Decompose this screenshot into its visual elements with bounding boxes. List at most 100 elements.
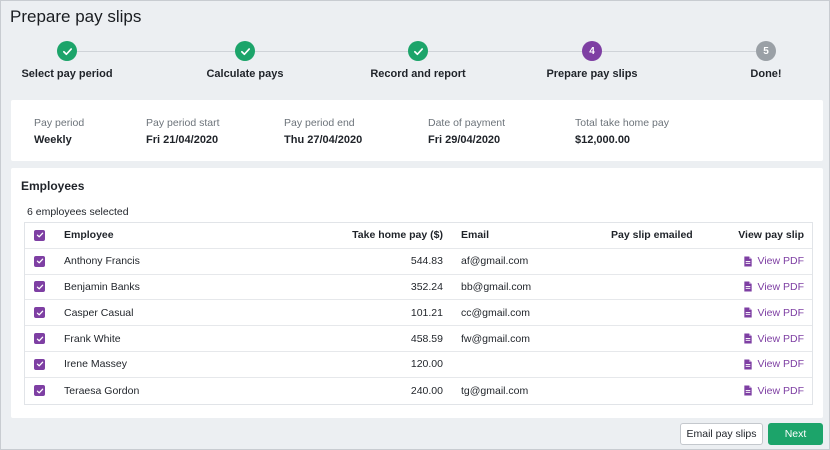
employee-email: bb@gmail.com <box>461 280 532 293</box>
next-button[interactable]: Next <box>768 423 823 445</box>
view-pdf-label: View PDF <box>757 306 805 319</box>
step-label: Prepare pay slips <box>546 68 638 80</box>
take-home-pay: 240.00 <box>410 384 443 397</box>
check-icon <box>34 229 45 241</box>
view-pdf-label: View PDF <box>757 358 805 371</box>
select-all-checkbox[interactable] <box>34 223 45 248</box>
summary-label: Total take home pay <box>575 117 669 129</box>
step-number-badge: 4 <box>582 41 602 61</box>
progress-stepper: Select pay period Calculate pays Record … <box>1 41 830 86</box>
step-complete-icon <box>57 41 77 61</box>
employee-email: tg@gmail.com <box>461 384 529 397</box>
summary-value: Thu 27/04/2020 <box>284 134 363 146</box>
column-header-email[interactable]: Email <box>461 223 489 248</box>
step-label: Record and report <box>370 68 466 80</box>
employee-name: Teraesa Gordon <box>64 384 140 397</box>
summary-label: Date of payment <box>428 117 506 129</box>
section-title: Employees <box>21 179 85 193</box>
step-calculate-pays[interactable]: Calculate pays <box>175 41 315 80</box>
table-row: Irene Massey 120.00 View PDF <box>25 352 812 378</box>
pay-summary-card: Pay period Weekly Pay period start Fri 2… <box>11 100 823 161</box>
summary-payment-date: Date of payment Fri 29/04/2020 <box>428 117 505 146</box>
step-label: Calculate pays <box>206 68 284 80</box>
take-home-pay: 120.00 <box>410 358 443 371</box>
row-select-checkbox[interactable] <box>34 352 45 377</box>
employee-name: Benjamin Banks <box>64 280 140 293</box>
summary-total-take-home: Total take home pay $12,000.00 <box>575 117 669 146</box>
column-header-pay-slip-emailed[interactable]: Pay slip emailed <box>611 223 693 248</box>
step-label: Select pay period <box>21 68 113 80</box>
employee-name: Frank White <box>64 332 121 345</box>
employee-name: Anthony Francis <box>64 255 140 268</box>
column-header-view-pay-slip: View pay slip <box>738 229 804 242</box>
view-pdf-label: View PDF <box>757 280 805 293</box>
summary-value: Fri 29/04/2020 <box>428 134 501 146</box>
pdf-document-icon <box>743 333 752 344</box>
table-row: Casper Casual 101.21 cc@gmail.com View P… <box>25 300 812 327</box>
pdf-document-icon <box>743 256 752 267</box>
summary-pay-period: Pay period Weekly <box>34 117 84 146</box>
step-complete-icon <box>235 41 255 61</box>
check-icon <box>34 255 45 267</box>
page-title: Prepare pay slips <box>10 7 142 26</box>
take-home-pay: 458.59 <box>410 332 443 345</box>
step-number-badge: 5 <box>756 41 776 61</box>
row-select-checkbox[interactable] <box>34 249 45 274</box>
view-pdf-link[interactable]: View PDF <box>743 275 805 300</box>
pdf-document-icon <box>743 385 752 396</box>
summary-value: $12,000.00 <box>575 134 631 146</box>
employee-name: Casper Casual <box>64 306 134 319</box>
column-header-employee[interactable]: Employee <box>64 223 114 248</box>
view-pdf-link[interactable]: View PDF <box>743 300 805 325</box>
summary-value: Weekly <box>34 134 72 146</box>
view-pdf-link[interactable]: View PDF <box>743 249 805 274</box>
check-icon <box>34 385 45 397</box>
check-icon <box>34 358 45 370</box>
table-row: Anthony Francis 544.83 af@gmail.com View… <box>25 249 812 275</box>
employee-email: fw@gmail.com <box>461 332 531 345</box>
employees-card: Employees 6 employees selected Employee … <box>11 168 823 418</box>
summary-value: Fri 21/04/2020 <box>146 134 219 146</box>
step-complete-icon <box>408 41 428 61</box>
employee-email: cc@gmail.com <box>461 306 531 319</box>
summary-label: Pay period end <box>284 117 355 129</box>
summary-period-end: Pay period end Thu 27/04/2020 <box>284 117 362 146</box>
view-pdf-label: View PDF <box>757 255 805 268</box>
row-select-checkbox[interactable] <box>34 326 45 351</box>
pdf-document-icon <box>743 281 752 293</box>
view-pdf-link[interactable]: View PDF <box>743 326 805 351</box>
table-row: Teraesa Gordon 240.00 tg@gmail.com View … <box>25 378 812 404</box>
view-pdf-label: View PDF <box>757 332 805 345</box>
table-header-row: Employee Take home pay ($) Email Pay sli… <box>25 223 812 249</box>
take-home-pay: 352.24 <box>410 280 443 293</box>
step-select-pay-period[interactable]: Select pay period <box>0 41 137 80</box>
summary-period-start: Pay period start Fri 21/04/2020 <box>146 117 220 146</box>
table-row: Frank White 458.59 fw@gmail.com View PDF <box>25 326 812 352</box>
take-home-pay: 101.21 <box>410 306 443 319</box>
pdf-document-icon <box>743 307 752 318</box>
step-record-and-report[interactable]: Record and report <box>348 41 488 80</box>
view-pdf-link[interactable]: View PDF <box>743 378 805 404</box>
selection-count: 6 employees selected <box>27 206 129 218</box>
employee-name: Irene Massey <box>64 358 128 371</box>
check-icon <box>34 281 45 293</box>
take-home-pay: 544.83 <box>410 255 443 268</box>
view-pdf-link[interactable]: View PDF <box>743 352 805 377</box>
step-label: Done! <box>750 68 782 80</box>
view-pdf-label: View PDF <box>757 384 805 397</box>
table-row: Benjamin Banks 352.24 bb@gmail.com View … <box>25 275 812 301</box>
summary-label: Pay period <box>34 117 85 129</box>
step-prepare-pay-slips[interactable]: 4 Prepare pay slips <box>522 41 662 80</box>
summary-label: Pay period start <box>146 117 220 129</box>
row-select-checkbox[interactable] <box>34 275 45 300</box>
employee-email: af@gmail.com <box>461 255 529 268</box>
step-done[interactable]: 5 Done! <box>696 41 830 80</box>
row-select-checkbox[interactable] <box>34 300 45 325</box>
check-icon <box>34 307 45 319</box>
employees-table: Employee Take home pay ($) Email Pay sli… <box>24 222 813 405</box>
row-select-checkbox[interactable] <box>34 378 45 404</box>
column-header-take-home-pay[interactable]: Take home pay ($) <box>352 223 443 248</box>
email-pay-slips-button[interactable]: Email pay slips <box>680 423 763 445</box>
check-icon <box>34 333 45 345</box>
pdf-document-icon <box>743 359 752 370</box>
